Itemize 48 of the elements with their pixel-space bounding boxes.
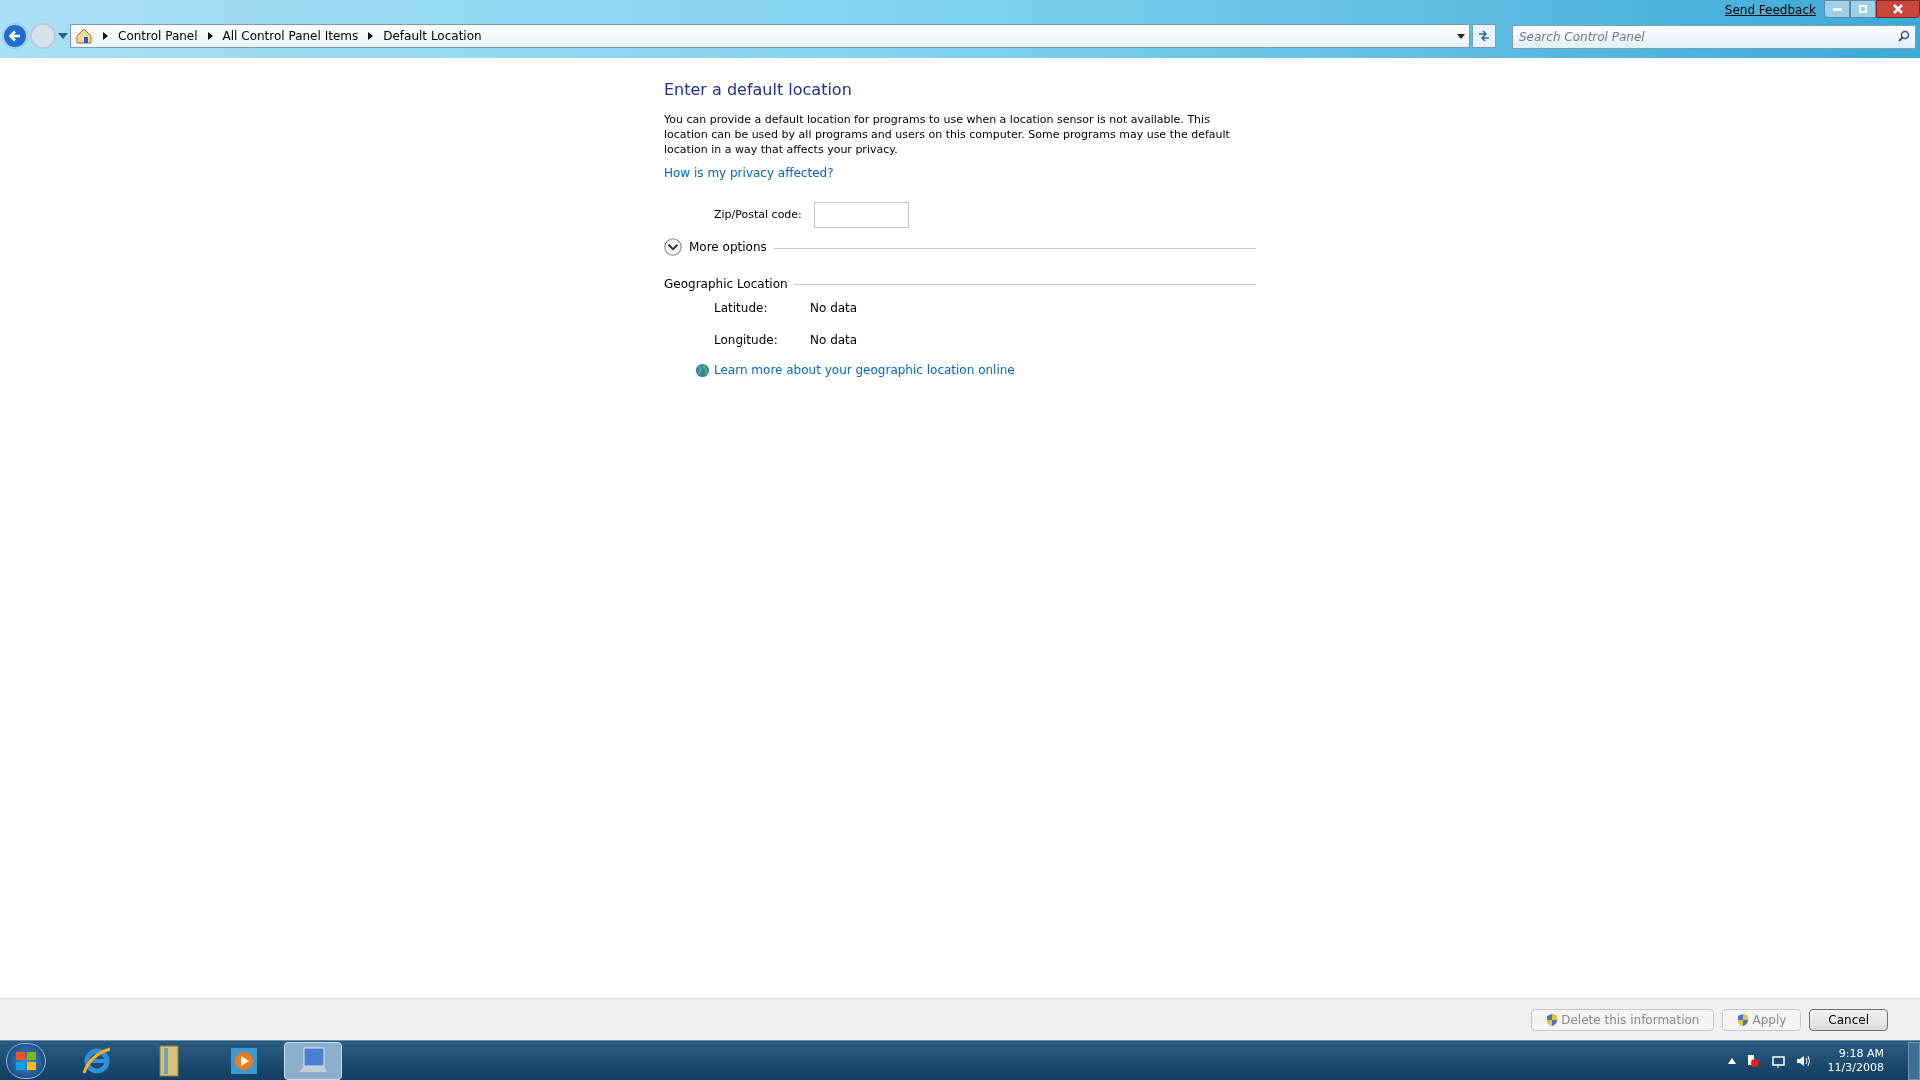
refresh-icon xyxy=(1477,30,1491,42)
windows-logo-icon xyxy=(15,1050,37,1071)
close-button[interactable] xyxy=(1876,0,1920,18)
page-heading: Enter a default location xyxy=(664,79,853,101)
field-value: No data xyxy=(810,332,858,349)
breadcrumb-item[interactable]: All Control Panel Items xyxy=(222,27,359,45)
control-panel-task-button[interactable] xyxy=(284,1041,342,1080)
minimize-icon xyxy=(1832,7,1842,11)
zip-label: Zip/Postal code: xyxy=(714,206,803,223)
chevron-icon[interactable] xyxy=(103,32,108,40)
network-icon[interactable] xyxy=(1769,1053,1786,1068)
more-options-button[interactable]: More options xyxy=(664,238,767,256)
clock-time[interactable]: 9:18 AM xyxy=(1838,1046,1884,1061)
dropdown-icon[interactable] xyxy=(1457,33,1465,39)
description-text: You can provide a default location for programs to use when a location sensor is not available. This location can be used by all programs and users on this computer. Some programs may use the default location in a way that affects your privacy. xyxy=(664,112,1231,157)
folder-icon[interactable] xyxy=(158,1043,180,1078)
clock-date[interactable]: 11/3/2008 xyxy=(1827,1060,1884,1075)
restore-icon xyxy=(1859,5,1867,13)
home-icon xyxy=(75,27,93,45)
chevron-icon[interactable] xyxy=(368,32,374,40)
field-value: No data xyxy=(810,300,858,317)
tray-arrow-icon[interactable] xyxy=(1727,1057,1736,1064)
address-bar[interactable]: Control Panel All Control Panel Items Default Location xyxy=(70,24,1470,48)
volume-icon[interactable] xyxy=(1795,1053,1812,1068)
search-icon xyxy=(1898,30,1910,42)
start-button[interactable] xyxy=(6,1042,46,1079)
minimize-button[interactable] xyxy=(1824,0,1850,18)
globe-icon xyxy=(695,362,710,378)
field-label: Longitude: xyxy=(714,332,779,349)
dialog-button[interactable]: Cancel xyxy=(1809,1008,1888,1031)
back-button[interactable] xyxy=(2,23,28,49)
chevron-circle-icon xyxy=(664,238,682,256)
privacy-link[interactable]: How is my privacy affected? xyxy=(664,164,834,182)
chevron-icon[interactable] xyxy=(207,32,213,40)
section-heading: Geographic Location xyxy=(664,276,788,293)
zip-input-field[interactable] xyxy=(814,202,909,228)
send-feedback-link[interactable]: Send Feedback xyxy=(1724,1,1816,19)
action-center-alert-icon[interactable] xyxy=(1745,1053,1760,1068)
back-arrow-icon xyxy=(8,29,22,43)
breadcrumb-item[interactable]: Control Panel xyxy=(118,27,198,45)
restore-button[interactable] xyxy=(1850,0,1876,18)
breadcrumb-item[interactable]: Default Location xyxy=(383,27,482,45)
refresh-button[interactable] xyxy=(1472,24,1496,48)
close-icon xyxy=(1893,4,1903,14)
search-field[interactable]: Search Control Panel xyxy=(1512,25,1916,49)
field-label: Latitude: xyxy=(714,300,769,317)
media-player-icon[interactable] xyxy=(230,1046,258,1075)
learn-more-link[interactable]: Learn more about your geographic location online xyxy=(714,361,1015,379)
